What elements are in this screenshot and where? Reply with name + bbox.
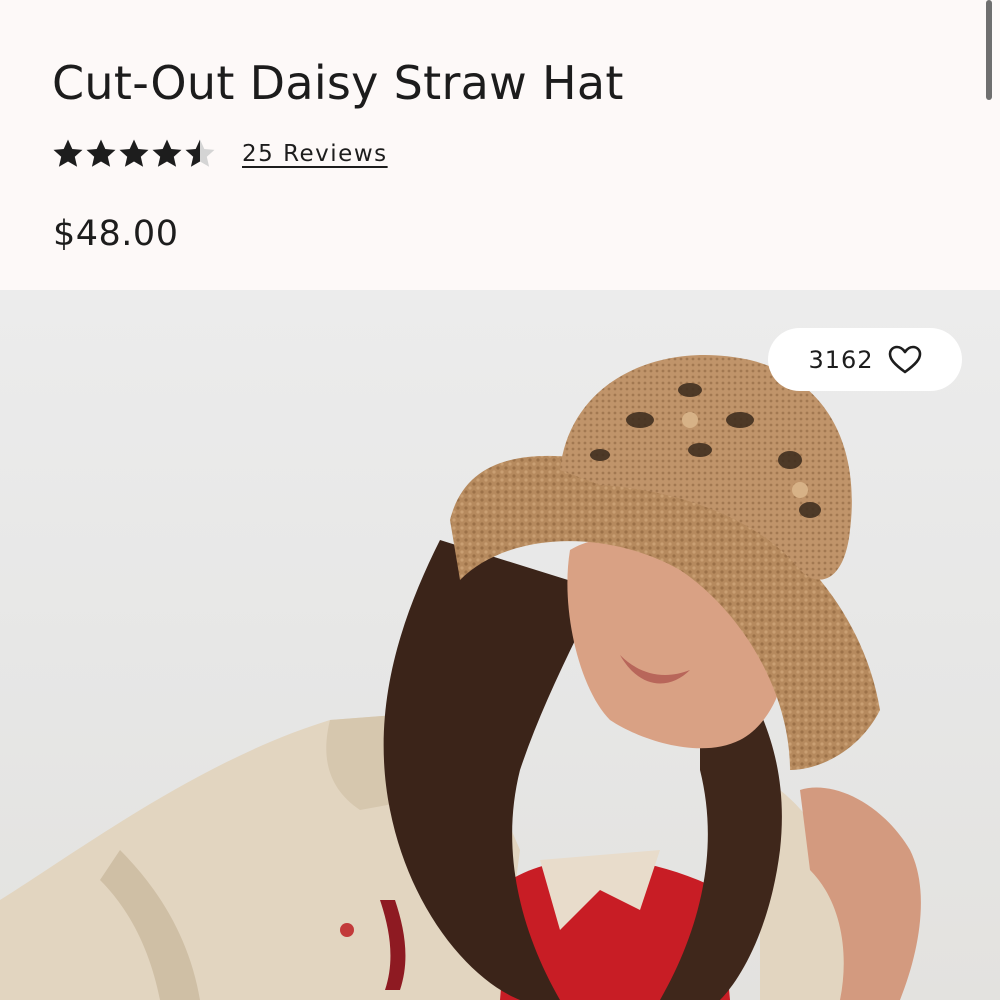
star-icon (85, 138, 117, 170)
star-icon (184, 138, 216, 170)
product-page: Cut-Out Daisy Straw Hat 25 Reviews $48.0… (0, 0, 1000, 1000)
star-icon (151, 138, 183, 170)
star-rating (52, 138, 216, 170)
heart-outline-icon (888, 345, 922, 375)
rating-row: 25 Reviews (52, 136, 388, 172)
product-title: Cut-Out Daisy Straw Hat (52, 56, 624, 110)
star-icon (118, 138, 150, 170)
star-icon (52, 138, 84, 170)
wishlist-button[interactable]: 3162 (768, 328, 962, 391)
product-header: Cut-Out Daisy Straw Hat 25 Reviews $48.0… (0, 0, 1000, 290)
wishlist-count: 3162 (808, 345, 874, 374)
scrollbar[interactable] (986, 0, 992, 100)
reviews-link[interactable]: 25 Reviews (242, 141, 388, 167)
model-photo (0, 354, 921, 1000)
product-price: $48.00 (53, 214, 179, 254)
product-image[interactable]: 3162 (0, 290, 1000, 1000)
